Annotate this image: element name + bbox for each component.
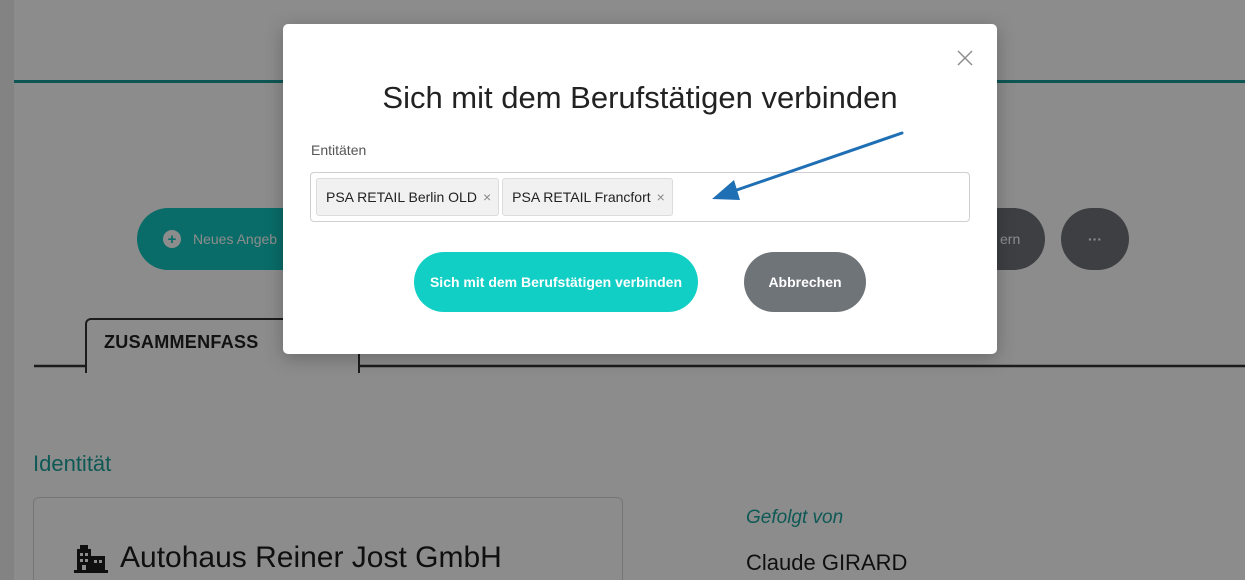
entity-tag-label: PSA RETAIL Francfort xyxy=(512,189,651,205)
remove-tag-icon[interactable]: × xyxy=(657,189,665,205)
remove-tag-icon[interactable]: × xyxy=(483,189,491,205)
connect-button[interactable]: Sich mit dem Berufstätigen verbinden xyxy=(414,252,698,312)
entity-tag: PSA RETAIL Francfort × xyxy=(502,178,673,216)
entities-label: Entitäten xyxy=(311,142,367,158)
entities-multiselect[interactable]: PSA RETAIL Berlin OLD × PSA RETAIL Franc… xyxy=(310,172,970,222)
entity-tag-label: PSA RETAIL Berlin OLD xyxy=(326,189,477,205)
connect-professional-modal: Sich mit dem Berufstätigen verbinden Ent… xyxy=(283,24,997,354)
cancel-button[interactable]: Abbrechen xyxy=(744,252,866,312)
close-icon[interactable] xyxy=(953,46,977,70)
modal-title: Sich mit dem Berufstätigen verbinden xyxy=(382,80,898,115)
entity-tag: PSA RETAIL Berlin OLD × xyxy=(316,178,500,216)
